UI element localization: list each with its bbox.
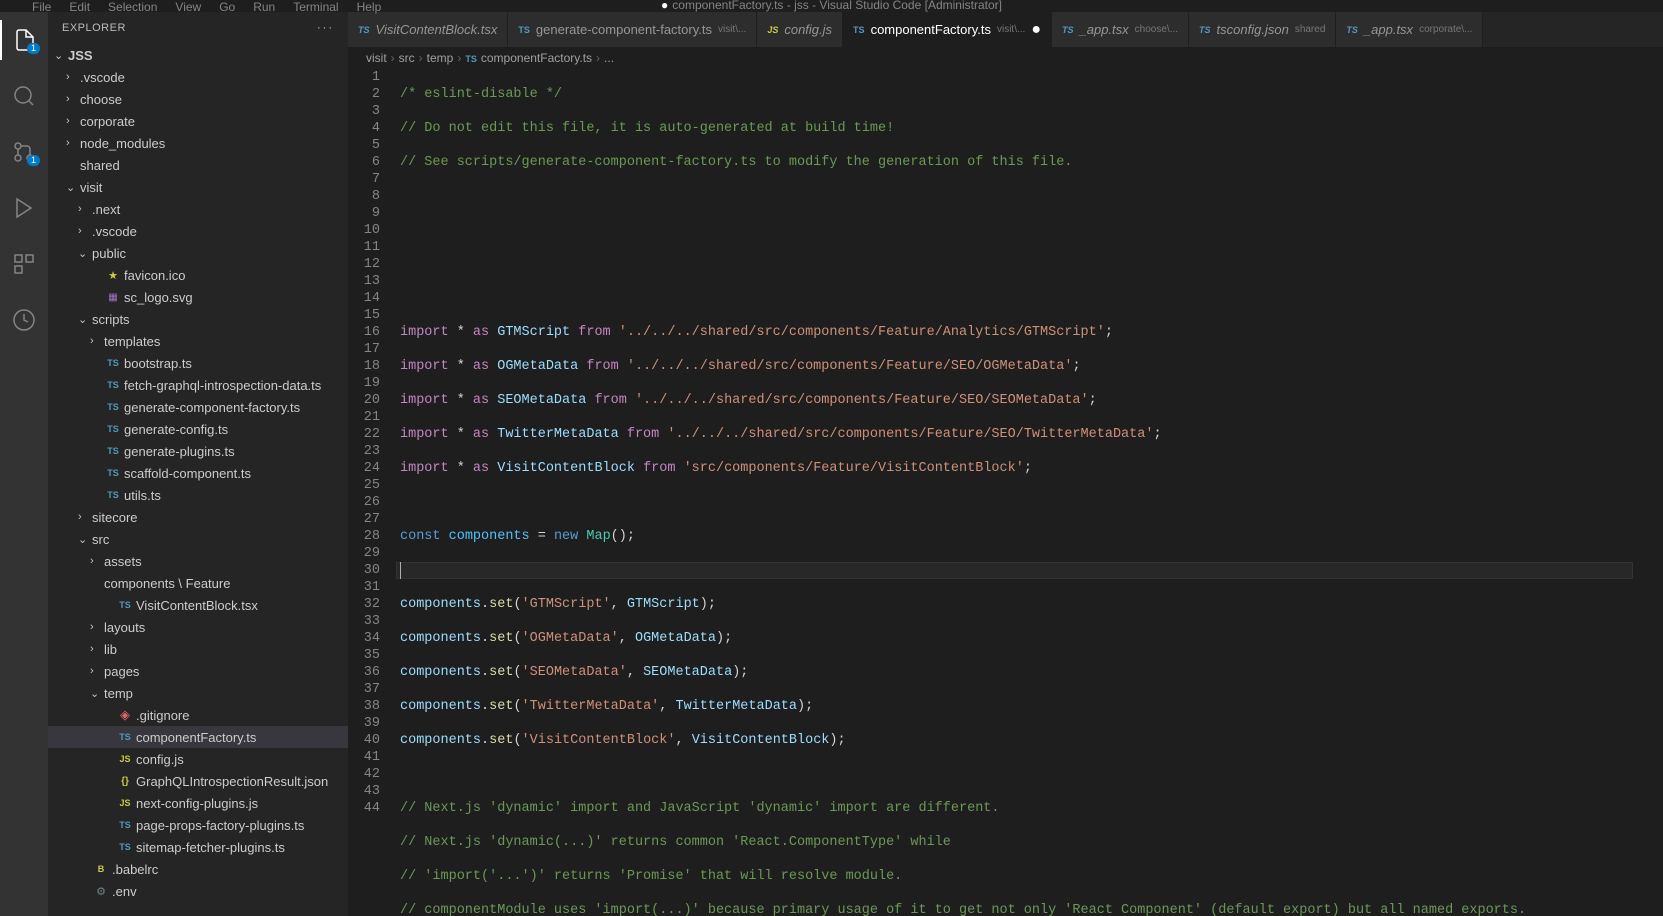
tab-config-js[interactable]: JSconfig.js (757, 12, 843, 47)
tree-folder-node-modules[interactable]: ›node_modules (48, 132, 348, 154)
tree-folder-components[interactable]: components \ Feature (48, 572, 348, 594)
tree-file-scaffold[interactable]: TSscaffold-component.ts (48, 462, 348, 484)
json-icon: {} (116, 776, 134, 787)
tree-folder-vscode2[interactable]: ›.vscode (48, 220, 348, 242)
explorer-more-icon[interactable]: ··· (317, 22, 334, 34)
explorer-badge: 1 (27, 43, 40, 54)
favicon-icon: ★ (104, 269, 122, 282)
tab-tsconfig[interactable]: TStsconfig.jsonshared (1189, 12, 1336, 47)
tab-app-corporate[interactable]: TS_app.tsxcorporate\... (1336, 12, 1483, 47)
tree-folder-src[interactable]: ⌄src (48, 528, 348, 550)
tab-visit-content-block[interactable]: TSVisitContentBlock.tsx (348, 12, 508, 47)
activity-run-debug[interactable] (0, 188, 48, 228)
tree-file-utils[interactable]: TSutils.ts (48, 484, 348, 506)
sidebar: EXPLORER ··· ⌄JSS ›.vscode ›choose ›corp… (48, 12, 348, 916)
js-icon: JS (116, 754, 134, 764)
tree-folder-scripts[interactable]: ⌄scripts (48, 308, 348, 330)
tree-folder-choose[interactable]: ›choose (48, 88, 348, 110)
tree-file-visit-block[interactable]: TSVisitContentBlock.tsx (48, 594, 348, 616)
ts-icon: TS (116, 842, 134, 852)
breadcrumb[interactable]: visit›src›temp›TScomponentFactory.ts›... (348, 47, 1663, 69)
tree-folder-templates[interactable]: ›templates (48, 330, 348, 352)
js-icon: JS (116, 798, 134, 808)
tab-bar: TSVisitContentBlock.tsx TSgenerate-compo… (348, 12, 1663, 47)
tree-folder-pages[interactable]: ›pages (48, 660, 348, 682)
tree-file-gen-config[interactable]: TSgenerate-config.ts (48, 418, 348, 440)
sidebar-header: EXPLORER ··· (48, 12, 348, 44)
modified-dot-icon: ● (1031, 21, 1041, 39)
menu-run[interactable]: Run (245, 0, 283, 16)
tree-folder-layouts[interactable]: ›layouts (48, 616, 348, 638)
tree-folder-corporate[interactable]: ›corporate (48, 110, 348, 132)
activity-source-control[interactable]: 1 (0, 132, 48, 172)
tree-folder-sitecore[interactable]: ›sitecore (48, 506, 348, 528)
tree-folder-temp[interactable]: ⌄temp (48, 682, 348, 704)
tree-file-bootstrap[interactable]: TSbootstrap.ts (48, 352, 348, 374)
tree-file-config-js[interactable]: JSconfig.js (48, 748, 348, 770)
tree-file-fetch-graphql[interactable]: TSfetch-graphql-introspection-data.ts (48, 374, 348, 396)
file-tree: ⌄JSS ›.vscode ›choose ›corporate ›node_m… (48, 44, 348, 916)
menu-help[interactable]: Help (349, 0, 390, 16)
tree-folder-assets[interactable]: ›assets (48, 550, 348, 572)
ts-icon: TS (116, 732, 134, 742)
menu-go[interactable]: Go (211, 0, 243, 16)
minimap[interactable] (1633, 69, 1663, 916)
tree-folder-shared[interactable]: shared (48, 154, 348, 176)
ts-icon: TS (104, 424, 122, 434)
tab-app-choose[interactable]: TS_app.tsxchoose\... (1052, 12, 1189, 47)
ts-icon: TS (104, 380, 122, 390)
tree-file-logo[interactable]: ▦sc_logo.svg (48, 286, 348, 308)
git-icon: ◈ (116, 707, 134, 723)
tree-root[interactable]: ⌄JSS (48, 44, 348, 66)
tree-folder-lib[interactable]: ›lib (48, 638, 348, 660)
ts-icon: TS (104, 468, 122, 478)
activity-explorer[interactable]: 1 (0, 20, 48, 60)
activity-extensions[interactable] (0, 244, 48, 284)
tree-file-gen-plugins[interactable]: TSgenerate-plugins.ts (48, 440, 348, 462)
activity-timeline[interactable] (0, 300, 48, 340)
tree-file-sitemap[interactable]: TSsitemap-fetcher-plugins.ts (48, 836, 348, 858)
gear-icon: ⚙ (92, 885, 110, 898)
window-title: ●componentFactory.ts - jss - Visual Stud… (661, 0, 1002, 12)
menu-selection[interactable]: Selection (100, 0, 165, 16)
code-editor[interactable]: 1234567891011121314151617181920212223242… (348, 69, 1663, 916)
line-numbers: 1234567891011121314151617181920212223242… (348, 69, 396, 916)
menu-edit[interactable]: Edit (61, 0, 98, 16)
menu-terminal[interactable]: Terminal (285, 0, 346, 16)
tab-generate-factory[interactable]: TSgenerate-component-factory.tsvisit\... (508, 12, 757, 47)
tree-file-graphql[interactable]: {}GraphQLIntrospectionResult.json (48, 770, 348, 792)
ts-icon: TS (104, 402, 122, 412)
ts-icon: TS (116, 820, 134, 830)
tree-file-env[interactable]: ⚙.env (48, 880, 348, 902)
menubar: File Edit Selection View Go Run Terminal… (24, 0, 389, 16)
tree-file-component-factory[interactable]: TScomponentFactory.ts (48, 726, 348, 748)
tab-component-factory[interactable]: TScomponentFactory.tsvisit\...● (843, 12, 1052, 47)
code-content[interactable]: /* eslint-disable */ // Do not edit this… (396, 69, 1633, 916)
svg-icon: ▦ (104, 292, 122, 303)
ts-icon: TS (104, 490, 122, 500)
activity-bar: 1 1 (0, 12, 48, 916)
tree-file-favicon[interactable]: ★favicon.ico (48, 264, 348, 286)
explorer-title: EXPLORER (62, 22, 126, 34)
tree-folder-public[interactable]: ⌄public (48, 242, 348, 264)
tree-folder-visit[interactable]: ⌄visit (48, 176, 348, 198)
menu-view[interactable]: View (167, 0, 209, 16)
babel-icon: B (92, 864, 110, 874)
editor-area: TSVisitContentBlock.tsx TSgenerate-compo… (348, 12, 1663, 916)
tree-folder-vscode[interactable]: ›.vscode (48, 66, 348, 88)
activity-search[interactable] (0, 76, 48, 116)
titlebar: File Edit Selection View Go Run Terminal… (0, 0, 1663, 12)
menu-file[interactable]: File (24, 0, 59, 16)
scm-badge: 1 (27, 155, 40, 166)
tree-folder-next[interactable]: ›.next (48, 198, 348, 220)
tree-file-babelrc[interactable]: B.babelrc (48, 858, 348, 880)
tree-file-gen-factory[interactable]: TSgenerate-component-factory.ts (48, 396, 348, 418)
ts-icon: TS (104, 358, 122, 368)
tree-file-next-config[interactable]: JSnext-config-plugins.js (48, 792, 348, 814)
tree-file-gitignore[interactable]: ◈.gitignore (48, 704, 348, 726)
ts-icon: TS (104, 446, 122, 456)
modified-indicator: ● (661, 0, 668, 12)
ts-icon: TS (116, 600, 134, 610)
tree-file-page-props[interactable]: TSpage-props-factory-plugins.ts (48, 814, 348, 836)
